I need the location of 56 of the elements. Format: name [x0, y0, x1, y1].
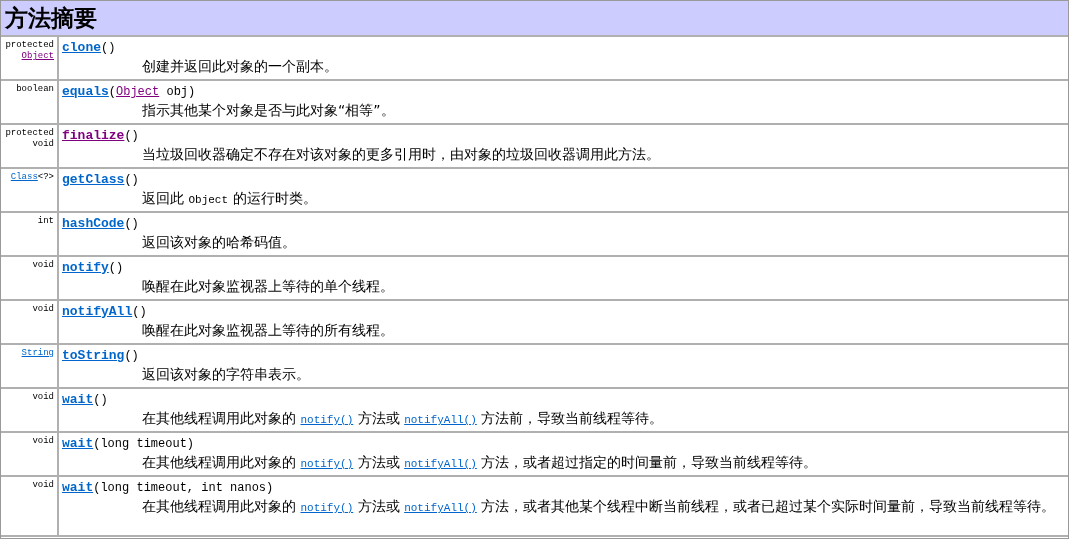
method-link[interactable]: equals — [62, 84, 109, 100]
method-description: 返回该对象的哈希码值。 — [141, 233, 297, 252]
method-params: () — [108, 260, 124, 276]
method-reference-link[interactable]: notifyAll() — [404, 458, 477, 470]
return-type-text: int — [37, 216, 54, 226]
method-params: ( — [108, 84, 116, 100]
method-link[interactable]: wait — [62, 436, 94, 452]
method-reference-link[interactable]: notify() — [300, 414, 354, 426]
method-description: 指示其他某个对象是否与此对象“相等”。 — [141, 101, 396, 120]
method-params: () — [124, 348, 139, 364]
return-type-text: void — [32, 304, 54, 314]
method-params: obj) — [165, 84, 196, 100]
method-description: 在其他线程调用此对象的 notify() 方法或 notifyAll() 方法，或者超过指定的时间量前，导致当前线程等待。 — [141, 453, 819, 472]
return-type-text: <?> — [37, 172, 54, 182]
method-description: 返回该对象的字符串表示。 — [141, 365, 311, 384]
return-type-link[interactable]: Object — [21, 51, 54, 61]
method-reference-link[interactable]: notifyAll() — [404, 414, 477, 426]
method-params: (long timeout) — [93, 436, 195, 452]
return-type-link[interactable]: String — [21, 348, 54, 358]
method-link[interactable]: wait — [62, 480, 94, 496]
method-link[interactable]: notify — [62, 260, 109, 276]
method-params: (long timeout, int nanos) — [93, 480, 274, 496]
method-link[interactable]: notifyAll — [62, 304, 133, 320]
method-link[interactable]: getClass — [62, 172, 125, 188]
method-description: 在其他线程调用此对象的 notify() 方法或 notifyAll() 方法前，导致当前线程等待。 — [141, 409, 665, 428]
method-reference-link[interactable]: notify() — [300, 502, 354, 514]
method-description: 返回此 Object 的运行时类。 — [141, 189, 318, 208]
param-type-link[interactable]: Object — [116, 84, 160, 100]
method-params: () — [132, 304, 147, 320]
method-link[interactable]: toString — [62, 348, 125, 364]
method-link[interactable]: clone — [62, 40, 101, 56]
method-description: 在其他线程调用此对象的 notify() 方法或 notifyAll() 方法，或者其他某个线程中断当前线程，或者已超过某个实际时间量前，导致当前线程等待。 — [141, 497, 1057, 516]
return-type-text: void — [32, 392, 54, 402]
method-description: 创建并返回此对象的一个副本。 — [141, 57, 339, 76]
method-link[interactable]: finalize — [62, 128, 125, 144]
return-type-text: void — [32, 139, 54, 149]
return-type-text: boolean — [16, 84, 54, 94]
return-type-text: void — [32, 480, 54, 490]
method-params: () — [124, 128, 139, 144]
method-params: () — [101, 40, 116, 56]
return-type-text: void — [32, 260, 54, 270]
section-title: 方法摘要 — [5, 6, 97, 30]
method-link[interactable]: wait — [62, 392, 94, 408]
method-params: () — [124, 172, 139, 188]
return-type-link[interactable]: Class — [10, 172, 38, 182]
return-type-text: void — [32, 436, 54, 446]
modifier-text: protected — [5, 128, 54, 139]
method-params: () — [93, 392, 108, 408]
method-reference-link[interactable]: notifyAll() — [404, 502, 477, 514]
modifier-text: protected — [5, 40, 54, 51]
method-reference-link[interactable]: notify() — [300, 458, 354, 470]
method-description: 唤醒在此对象监视器上等待的所有线程。 — [141, 321, 395, 340]
method-link[interactable]: hashCode — [62, 216, 125, 232]
method-description: 当垃圾回收器确定不存在对该对象的更多引用时，由对象的垃圾回收器调用此方法。 — [141, 145, 661, 164]
method-description: 唤醒在此对象监视器上等待的单个线程。 — [141, 277, 395, 296]
method-params: () — [124, 216, 139, 232]
